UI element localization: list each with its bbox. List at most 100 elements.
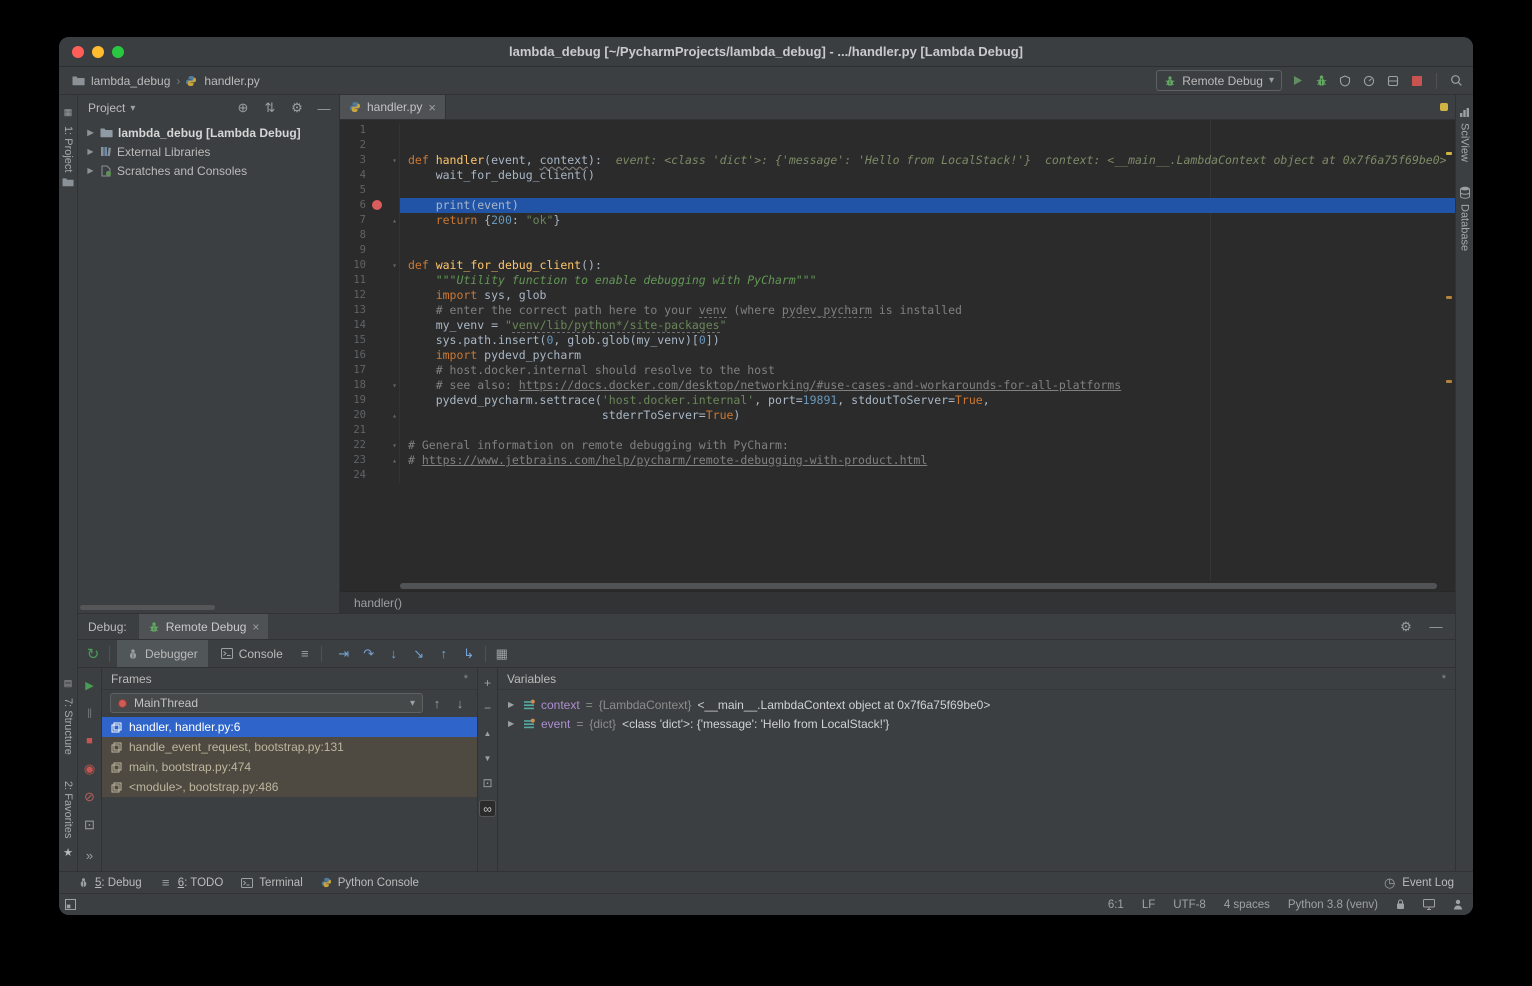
interpreter[interactable]: Python 3.8 (venv) (1288, 899, 1378, 911)
code-editor[interactable]: 123▾def handler(event, context): event: … (340, 120, 1455, 581)
run-button[interactable] (1288, 72, 1306, 90)
close-icon[interactable]: × (252, 620, 259, 634)
code-line[interactable]: 14 my_venv = "venv/lib/python*/site-pack… (340, 318, 1455, 333)
fold-icon[interactable]: ▴ (392, 408, 397, 423)
debug-session-tab[interactable]: Remote Debug × (139, 614, 269, 639)
evaluate-expression-icon[interactable]: ∞ (479, 800, 496, 817)
toolwindow-button-debug[interactable]: 5: Debug (69, 872, 151, 893)
zoom-window-button[interactable] (112, 46, 124, 58)
fold-icon[interactable]: ▾ (392, 153, 397, 168)
frame-row[interactable]: handle_event_request, bootstrap.py:131 (102, 737, 477, 757)
code-line[interactable]: 3▾def handler(event, context): event: <c… (340, 153, 1455, 168)
scrollbar-thumb[interactable] (400, 583, 1437, 589)
chevron-down-icon[interactable]: ▾ (130, 103, 135, 114)
code-line[interactable]: 12 import sys, glob (340, 288, 1455, 303)
gutter[interactable] (366, 363, 400, 378)
gear-icon[interactable]: ⚙ (288, 99, 306, 117)
code-text[interactable]: # host.docker.internal should resolve to… (400, 363, 1455, 378)
code-text[interactable]: sys.path.insert(0, glob.glob(my_venv)[0]… (400, 333, 1455, 348)
remove-watch-icon[interactable]: − (480, 700, 496, 716)
run-config-select[interactable]: Remote Debug ▾ (1156, 70, 1282, 91)
pin-icon[interactable]: * (1442, 673, 1446, 685)
previous-frame-icon[interactable]: ↑ (428, 694, 446, 712)
gutter[interactable] (366, 273, 400, 288)
hide-panel-icon[interactable]: — (315, 99, 333, 117)
toolwindow-button-favorites[interactable]: 2: Favorites ★ (59, 781, 77, 861)
gutter[interactable] (366, 183, 400, 198)
inspections-profile-icon[interactable] (1453, 899, 1463, 910)
tab-console[interactable]: Console (211, 640, 293, 667)
code-line[interactable]: 21 (340, 423, 1455, 438)
code-text[interactable] (400, 228, 1455, 243)
gear-icon[interactable]: ⚙ (1397, 618, 1415, 636)
variable-row[interactable]: ▶ context = {LambdaContext} <__main__.La… (498, 695, 1455, 714)
gutter[interactable]: ▾ (366, 153, 400, 168)
gutter[interactable] (366, 393, 400, 408)
code-text[interactable]: """Utility function to enable debugging … (400, 273, 1455, 288)
variable-row[interactable]: ▶ event = {dict} <class 'dict'>: {'messa… (498, 714, 1455, 733)
collapse-all-icon[interactable]: ⇅ (261, 99, 279, 117)
code-line[interactable]: 24 (340, 468, 1455, 483)
fold-icon[interactable]: ▴ (392, 213, 397, 228)
indent-setting[interactable]: 4 spaces (1224, 899, 1270, 911)
tree-item-project-root[interactable]: ▶ lambda_debug [Lambda Debug] (78, 123, 339, 142)
close-window-button[interactable] (72, 46, 84, 58)
file-encoding[interactable]: UTF-8 (1173, 899, 1206, 911)
gutter[interactable] (366, 333, 400, 348)
close-icon[interactable]: × (428, 100, 436, 115)
layout-settings-icon[interactable]: ≡ (296, 645, 314, 663)
thread-select[interactable]: MainThread ▾ (110, 693, 423, 713)
pin-icon[interactable]: * (464, 673, 468, 685)
view-as-table-icon[interactable]: ▦ (493, 645, 511, 663)
next-frame-icon[interactable]: ↓ (451, 694, 469, 712)
code-text[interactable]: stderrToServer=True) (400, 408, 1455, 423)
toolwindow-button-python-console[interactable]: Python Console (312, 872, 428, 893)
gutter[interactable]: ▴ (366, 213, 400, 228)
code-line[interactable]: 6 print(event) (340, 198, 1455, 213)
expand-icon[interactable]: ▶ (508, 700, 517, 709)
tree-item-scratches[interactable]: ▶ Scratches and Consoles (78, 161, 339, 180)
fold-icon[interactable]: ▴ (392, 453, 397, 468)
code-text[interactable]: # enter the correct path here to your ve… (400, 303, 1455, 318)
code-line[interactable]: 13 # enter the correct path here to your… (340, 303, 1455, 318)
move-up-icon[interactable]: ▲ (480, 725, 496, 741)
code-text[interactable]: wait_for_debug_client() (400, 168, 1455, 183)
code-text[interactable]: import sys, glob (400, 288, 1455, 303)
duplicate-watch-icon[interactable]: ⊡ (480, 775, 496, 791)
error-stripe-mark[interactable] (1446, 380, 1452, 383)
editor-horizontal-scrollbar[interactable] (340, 581, 1455, 591)
chevron-right-icon[interactable]: ▶ (86, 128, 95, 137)
tree-item-external-libraries[interactable]: ▶ External Libraries (78, 142, 339, 161)
code-line[interactable]: 20▴ stderrToServer=True) (340, 408, 1455, 423)
code-line[interactable]: 18▾ # see also: https://docs.docker.com/… (340, 378, 1455, 393)
code-line[interactable]: 8 (340, 228, 1455, 243)
gutter[interactable] (366, 348, 400, 363)
locate-file-icon[interactable]: ⊕ (234, 99, 252, 117)
concurrency-diagram-button[interactable] (1384, 72, 1402, 90)
coverage-button[interactable] (1336, 72, 1354, 90)
code-text[interactable]: # see also: https://docs.docker.com/desk… (400, 378, 1455, 393)
code-text[interactable]: my_venv = "venv/lib/python*/site-package… (400, 318, 1455, 333)
rerun-debug-icon[interactable]: ↻ (84, 645, 102, 663)
gutter[interactable]: ▾ (366, 258, 400, 273)
code-text[interactable]: def handler(event, context): event: <cla… (400, 153, 1455, 168)
lock-icon[interactable] (1396, 899, 1405, 910)
gutter[interactable]: ▾ (366, 378, 400, 393)
gutter[interactable] (366, 318, 400, 333)
toolwindow-button-terminal[interactable]: Terminal (232, 872, 311, 893)
breakpoint-icon[interactable] (372, 200, 382, 210)
code-text[interactable]: return {200: "ok"} (400, 213, 1455, 228)
tab-debugger[interactable]: Debugger (117, 640, 208, 667)
gutter[interactable] (366, 198, 400, 213)
code-text[interactable]: print(event) (400, 198, 1455, 213)
mute-breakpoints-icon[interactable]: ⊘ (81, 788, 99, 806)
gutter[interactable] (366, 228, 400, 243)
code-line[interactable]: 5 (340, 183, 1455, 198)
caret-position[interactable]: 6:1 (1108, 899, 1124, 911)
code-text[interactable] (400, 468, 1455, 483)
minimize-window-button[interactable] (92, 46, 104, 58)
inspection-status-icon[interactable] (1440, 103, 1448, 111)
frame-row[interactable]: handler, handler.py:6 (102, 717, 477, 737)
project-horizontal-scrollbar[interactable] (80, 605, 215, 610)
code-text[interactable] (400, 423, 1455, 438)
